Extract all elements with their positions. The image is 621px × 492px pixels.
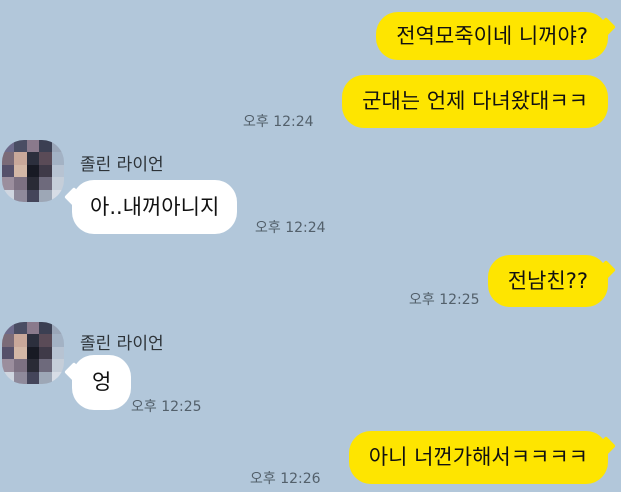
message-timestamp: 오후 12:24 [255, 220, 326, 236]
message-bubble-theirs[interactable]: 엉 [72, 355, 132, 410]
message-text: 엉 [92, 370, 112, 394]
contact-avatar[interactable] [2, 322, 64, 384]
message-text: 아..내꺼아니지 [90, 194, 220, 219]
message-text: 아니 너껀가해서ㅋㅋㅋㅋ [368, 445, 588, 469]
message-bubble-mine[interactable]: 전역모죽이네 니꺼야? [376, 12, 608, 60]
message-timestamp: 오후 12:25 [409, 292, 480, 308]
contact-avatar[interactable] [2, 140, 64, 202]
message-timestamp: 오후 12:26 [250, 471, 321, 487]
sender-name: 졸린 라이언 [80, 334, 164, 354]
message-text: 전남친?? [507, 268, 588, 293]
message-text: 군대는 언제 다녀왔대ㅋㅋ [362, 89, 588, 113]
message-bubble-mine[interactable]: 전남친?? [487, 255, 608, 307]
message-bubble-mine[interactable]: 군대는 언제 다녀왔대ㅋㅋ [342, 75, 608, 128]
message-timestamp: 오후 12:24 [243, 114, 314, 130]
message-text: 전역모죽이네 니꺼야? [396, 23, 588, 48]
message-timestamp: 오후 12:25 [131, 399, 202, 415]
message-bubble-mine[interactable]: 아니 너껀가해서ㅋㅋㅋㅋ [348, 431, 608, 484]
sender-name: 졸린 라이언 [80, 155, 164, 175]
message-bubble-theirs[interactable]: 아..내꺼아니지 [72, 180, 238, 234]
